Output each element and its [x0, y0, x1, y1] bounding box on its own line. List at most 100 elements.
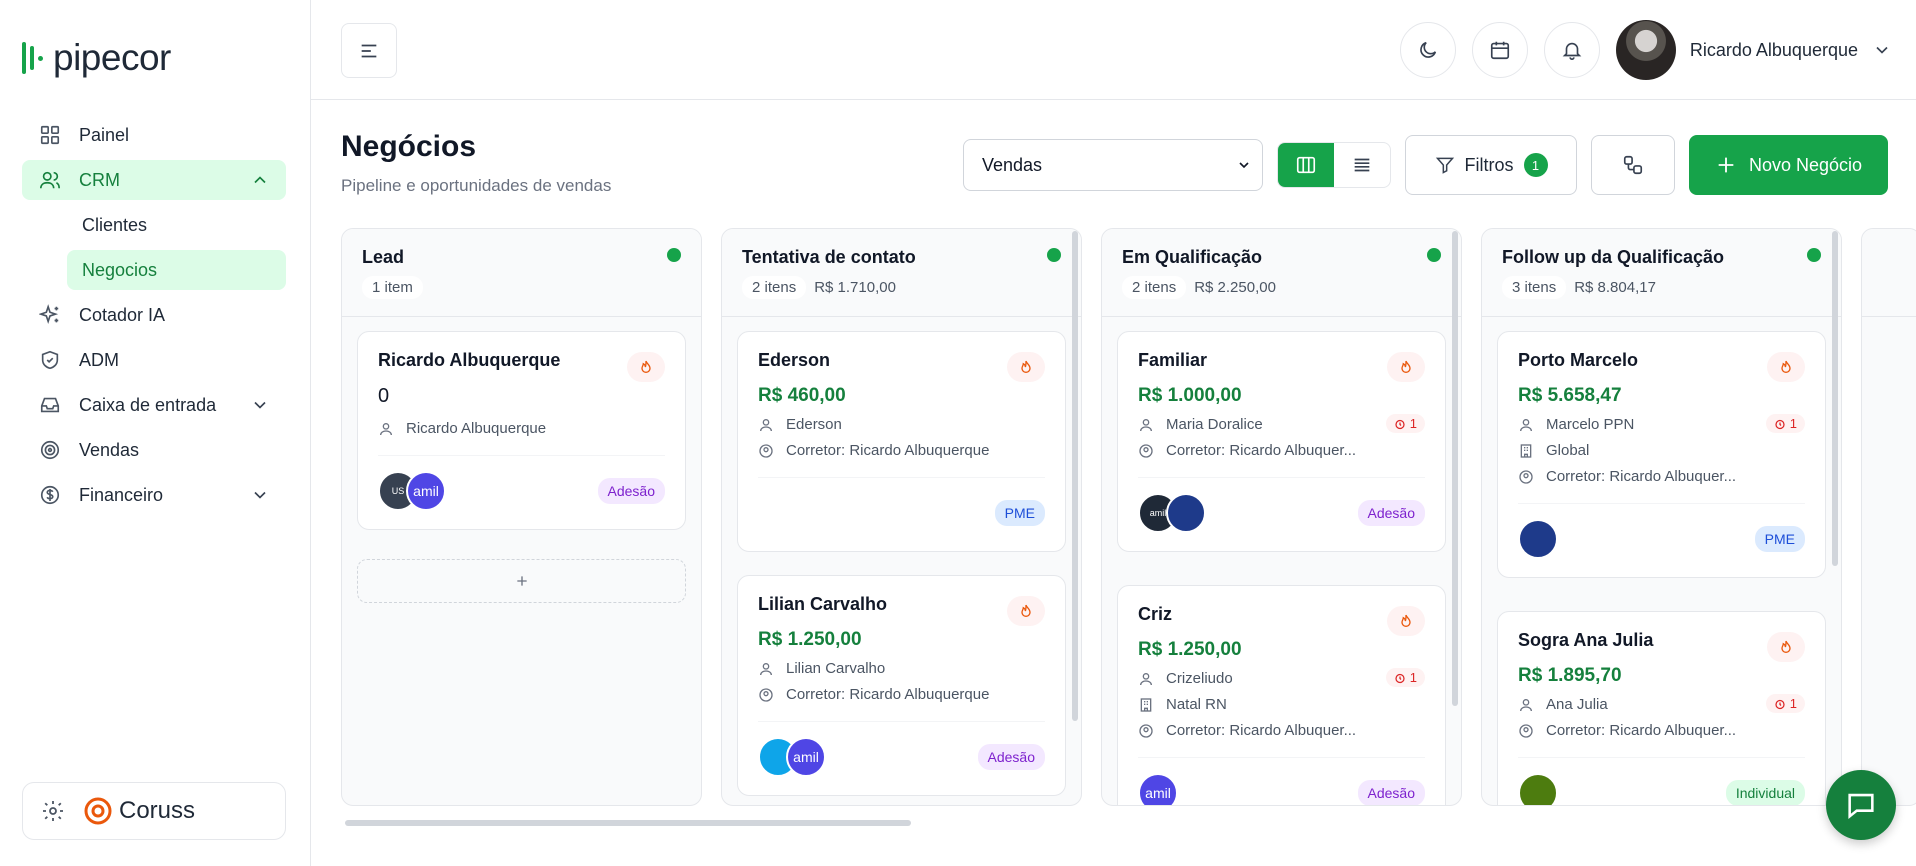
plan-type-badge: Adesão	[1357, 779, 1425, 805]
deal-amount: R$ 1.250,00	[758, 629, 862, 650]
column-scrollbar[interactable]	[1452, 231, 1458, 706]
overdue-badge[interactable]: 1	[1765, 414, 1805, 433]
list-view-button[interactable]	[1334, 143, 1390, 187]
flame-icon[interactable]	[1767, 632, 1805, 662]
app-logo[interactable]: pipecor	[22, 37, 171, 78]
flame-icon[interactable]	[627, 352, 665, 382]
chevron-up-icon[interactable]	[250, 170, 270, 190]
deal-card[interactable]: Ricardo Albuquerque 0 Ricardo Albuquerqu…	[357, 331, 686, 530]
deal-contact: Ricardo Albuquerque	[406, 420, 547, 437]
deal-card[interactable]: Criz R$ 1.250,00 Crizeliudo 1 Natal RN C…	[1117, 585, 1446, 805]
sidebar-item-cotador-ia[interactable]: Cotador IA	[22, 295, 286, 335]
sidebar-item-financeiro[interactable]: Financeiro	[22, 475, 286, 515]
sidebar-item-painel[interactable]: Painel	[22, 115, 286, 155]
deal-broker: Corretor: Ricardo Albuquer...	[1546, 722, 1737, 739]
coruss-brand[interactable]: Coruss	[83, 796, 195, 826]
column-title: Lead	[362, 247, 405, 267]
insurer-logo: amil	[1138, 772, 1178, 805]
chevron-down-icon	[1236, 157, 1252, 173]
pipeline-select[interactable]: Vendas	[963, 139, 1263, 191]
deal-amount: R$ 5.658,47	[1518, 385, 1622, 406]
broker-icon	[1138, 443, 1154, 459]
building-icon	[1518, 443, 1534, 459]
overdue-count: 1	[1409, 670, 1417, 685]
column-header: Tentativa de contato 2 itens R$ 1.710,00	[722, 229, 1081, 317]
notifications-button[interactable]	[1543, 22, 1600, 78]
plan-type-badge: PME	[1754, 525, 1805, 552]
overdue-badge[interactable]: 1	[1765, 694, 1805, 713]
column-title: Follow up da Qualificação	[1502, 247, 1725, 267]
kanban-view-button[interactable]	[1278, 143, 1334, 187]
building-icon	[1138, 697, 1154, 713]
board-toolbar: Vendas Filtros 1 Novo Negócio	[963, 135, 1888, 195]
alarm-clock-icon	[1774, 418, 1786, 430]
view-toggle	[1277, 142, 1391, 188]
sidebar-item-crm[interactable]: CRM	[22, 160, 286, 200]
deal-card[interactable]: Porto Marcelo R$ 5.658,47 Marcelo PPN 1 …	[1497, 331, 1826, 578]
chevron-down-icon	[1872, 40, 1892, 60]
deal-broker: Corretor: Ricardo Albuquer...	[1546, 468, 1737, 485]
user-menu[interactable]: Ricardo Albuquerque	[1615, 20, 1892, 80]
target-icon	[38, 438, 62, 462]
deal-card[interactable]: Ederson R$ 460,00 Ederson Corretor: Rica…	[737, 331, 1066, 552]
menu-toggle-button[interactable]	[341, 23, 397, 78]
flame-icon[interactable]	[1007, 352, 1045, 382]
filters-button[interactable]: Filtros 1	[1405, 135, 1577, 195]
chevron-down-icon[interactable]	[250, 395, 270, 415]
status-dot	[1807, 248, 1821, 262]
sidebar-item-vendas[interactable]: Vendas	[22, 430, 286, 470]
sidebar: pipecor Painel CRM Clientes Negocios Cot…	[0, 0, 311, 866]
overdue-badge[interactable]: 1	[1385, 668, 1425, 687]
deal-title: Familiar	[1138, 350, 1208, 370]
main-content: Ricardo Albuquerque Negócios Pipeline e …	[311, 0, 1916, 866]
calendar-button[interactable]	[1471, 22, 1528, 78]
sidebar-nav: Painel CRM Clientes Negocios Cotador IA …	[22, 115, 286, 520]
theme-toggle-button[interactable]	[1399, 22, 1456, 78]
column-scrollbar[interactable]	[1832, 231, 1838, 566]
gear-icon[interactable]	[41, 799, 65, 823]
insurer-logo	[1518, 518, 1558, 559]
plus-icon	[514, 573, 530, 589]
kanban-column-em-qualificacao: Em Qualificação 2 itens R$ 2.250,00 Fami…	[1101, 228, 1462, 806]
overdue-count: 1	[1789, 416, 1797, 431]
overdue-badge[interactable]: 1	[1385, 414, 1425, 433]
deal-contact: Ederson	[786, 416, 842, 433]
coruss-text: Coruss	[119, 797, 196, 824]
insurer-logos	[1518, 772, 1558, 805]
flame-icon[interactable]	[1767, 352, 1805, 382]
chat-button[interactable]	[1826, 770, 1896, 840]
insurer-logo: amil	[786, 736, 826, 777]
sidebar-item-caixa-de-entrada[interactable]: Caixa de entrada	[22, 385, 286, 425]
user-icon	[758, 661, 774, 677]
column-header: Follow up da Qualificação 3 itens R$ 8.8…	[1482, 229, 1841, 317]
deal-contact: Maria Doralice	[1166, 416, 1263, 433]
deal-card[interactable]: Familiar R$ 1.000,00 Maria Doralice 1 Co…	[1117, 331, 1446, 552]
deal-card[interactable]: Sogra Ana Julia R$ 1.895,70 Ana Julia 1 …	[1497, 611, 1826, 805]
deal-broker: Corretor: Ricardo Albuquerque	[786, 442, 990, 459]
flame-icon[interactable]	[1387, 352, 1425, 382]
sidebar-item-negocios[interactable]: Negocios	[67, 250, 286, 290]
deal-title: Sogra Ana Julia	[1518, 630, 1654, 650]
flame-icon[interactable]	[1387, 606, 1425, 636]
user-name: Ricardo Albuquerque	[1689, 39, 1858, 60]
column-count: 2 itens	[1122, 276, 1187, 299]
deal-company: Natal RN	[1166, 696, 1227, 713]
sidebar-item-label: ADM	[79, 349, 119, 370]
deal-card[interactable]: Lilian Carvalho R$ 1.250,00 Lilian Carva…	[737, 575, 1066, 796]
broker-icon	[758, 687, 774, 703]
sidebar-item-adm[interactable]: ADM	[22, 340, 286, 380]
sparkles-icon	[38, 303, 62, 327]
column-title: Tentativa de contato	[742, 247, 916, 267]
add-card-button[interactable]	[357, 559, 686, 603]
board-horizontal-scrollbar[interactable]	[345, 820, 911, 826]
flame-icon[interactable]	[1007, 596, 1045, 626]
plan-type-badge: PME	[994, 499, 1045, 526]
status-dot	[1047, 248, 1061, 262]
sidebar-item-clientes[interactable]: Clientes	[67, 205, 286, 245]
columns-icon	[1295, 154, 1317, 176]
chevron-down-icon[interactable]	[250, 485, 270, 505]
new-deal-button[interactable]: Novo Negócio	[1689, 135, 1888, 195]
column-header: Lead 1 item	[342, 229, 701, 317]
automation-button[interactable]	[1591, 135, 1675, 195]
column-scrollbar[interactable]	[1072, 231, 1078, 721]
